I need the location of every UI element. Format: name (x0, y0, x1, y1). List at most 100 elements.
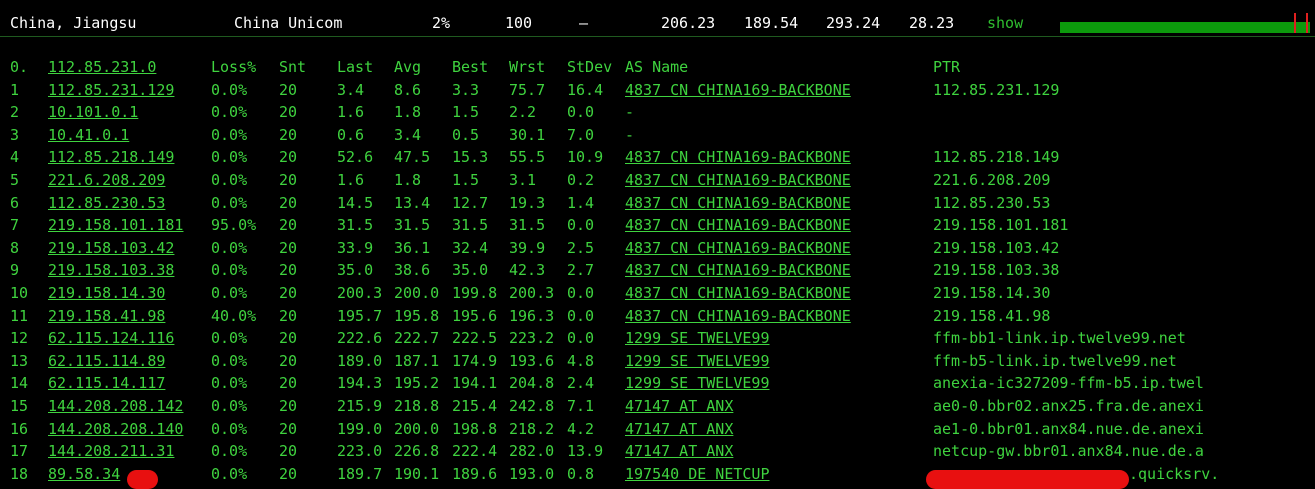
cell-stdev: 0.0 (567, 216, 595, 235)
cell-loss: 0.0% (211, 329, 248, 348)
host-link[interactable]: 144.208.208.142 (48, 397, 183, 415)
host-link[interactable]: 219.158.103.42 (48, 239, 174, 257)
cell-best: 222.5 (452, 329, 498, 348)
cell-no: 2 (10, 103, 20, 122)
host-link[interactable]: 89.58.34 (48, 465, 120, 483)
as-name-link[interactable]: 47147 AT ANX (625, 442, 733, 460)
cell-last: 14.5 (337, 193, 374, 212)
cell-snt: 20 (279, 238, 298, 257)
cell-ptr: ae1-0.bbr01.anx84.nue.de.anexi (933, 419, 1204, 438)
cell-last: 1.6 (337, 103, 365, 122)
host-link[interactable]: 219.158.103.38 (48, 261, 174, 279)
cell-stdev: 4.8 (567, 351, 595, 370)
header-host-link[interactable]: 112.85.231.0 (48, 58, 156, 76)
cell-ptr: 112.85.230.53 (933, 193, 1051, 212)
cell-snt: 20 (279, 397, 298, 415)
cell-best: 174.9 (452, 351, 498, 370)
header-snt: Snt (279, 58, 307, 76)
table-row: 17 144.208.211.31 0.0% 20 223.0 226.8 222.4 282… (0, 442, 1315, 464)
cell-last: 189.0 (337, 351, 383, 370)
as-name-link[interactable]: 4837 CN CHINA169-BACKBONE (625, 239, 851, 257)
cell-no: 16 (10, 419, 29, 438)
as-name-link[interactable]: 4837 CN CHINA169-BACKBONE (625, 216, 851, 234)
cell-last: 0.6 (337, 125, 365, 144)
cell-wrst: 19.3 (509, 193, 546, 212)
cell-wrst: 42.3 (509, 261, 546, 280)
as-name-link[interactable]: 4837 CN CHINA169-BACKBONE (625, 171, 851, 189)
latency-graph[interactable] (1060, 13, 1310, 33)
host-link[interactable]: 112.85.218.149 (48, 148, 174, 166)
header-loss: Loss% (211, 58, 257, 76)
as-name-link[interactable]: 47147 AT ANX (625, 420, 733, 438)
show-link[interactable]: show (987, 14, 1023, 32)
host-link[interactable]: 144.208.208.140 (48, 420, 183, 438)
cell-ptr: ae0-0.bbr02.anx25.fra.de.anexi (933, 397, 1204, 415)
cell-stdev: 0.8 (567, 464, 595, 483)
cell-wrst: 282.0 (509, 442, 555, 461)
cell-best: 15.3 (452, 148, 489, 167)
cell-snt: 20 (279, 193, 298, 212)
cell-avg: 8.6 (394, 80, 422, 99)
cell-wrst: 55.5 (509, 148, 546, 167)
as-name-link[interactable]: 4837 CN CHINA169-BACKBONE (625, 148, 851, 166)
cell-loss: 0.0% (211, 103, 248, 122)
cell-wrst: 193.0 (509, 464, 555, 483)
cell-avg: 226.8 (394, 442, 440, 461)
cell-no: 4 (10, 148, 20, 167)
cell-last: 200.3 (337, 284, 383, 302)
cell-snt: 20 (279, 419, 298, 438)
cell-wrst: 39.9 (509, 238, 546, 257)
as-name-link[interactable]: 4837 CN CHINA169-BACKBONE (625, 194, 851, 212)
as-name-link[interactable]: 1299 SE TWELVE99 (625, 374, 770, 392)
as-name-link[interactable]: 4837 CN CHINA169-BACKBONE (625, 261, 851, 279)
cell-avg: 13.4 (394, 193, 431, 212)
cell-snt: 20 (279, 171, 298, 189)
cell-wrst: 223.2 (509, 329, 555, 348)
cell-best: 3.3 (452, 80, 480, 99)
table-row: 11 219.158.41.98 40.0% 20 195.7 195.8 195.6 196… (0, 307, 1315, 329)
cell-no: 18 (10, 464, 29, 483)
cell-last: 199.0 (337, 419, 383, 438)
host-link[interactable]: 62.115.114.89 (48, 352, 165, 370)
host-link[interactable]: 221.6.208.209 (48, 171, 165, 189)
cell-stdev: 7.1 (567, 397, 595, 415)
latency-graph-tail (1298, 22, 1310, 33)
as-name-link[interactable]: 4837 CN CHINA169-BACKBONE (625, 307, 851, 325)
table-row: 4 112.85.218.149 0.0% 20 52.6 47.5 15.3 55.5 10.… (0, 148, 1315, 170)
cell-avg: 200.0 (394, 284, 440, 302)
as-name-link[interactable]: 4837 CN CHINA169-BACKBONE (625, 284, 851, 302)
as-name-link[interactable]: 1299 SE TWELVE99 (625, 352, 770, 370)
cell-loss: 0.0% (211, 261, 248, 280)
host-link[interactable]: 10.101.0.1 (48, 103, 138, 121)
cell-stdev: 10.9 (567, 148, 604, 167)
host-link[interactable]: 10.41.0.1 (48, 126, 129, 144)
cell-stdev: 2.5 (567, 238, 595, 257)
cell-loss: 0.0% (211, 284, 248, 302)
host-link[interactable]: 219.158.14.30 (48, 284, 165, 302)
cell-ptr: 219.158.103.38 (933, 261, 1060, 280)
table-row: 9 219.158.103.38 0.0% 20 35.0 38.6 35.0 42.3 2.7… (0, 261, 1315, 283)
as-name-link[interactable]: 1299 SE TWELVE99 (625, 329, 770, 347)
cell-wrst: 3.1 (509, 171, 537, 189)
cell-stdev: 16.4 (567, 80, 604, 99)
cell-wrst: 204.8 (509, 374, 555, 393)
cell-loss: 40.0% (211, 306, 257, 325)
cell-avg: 3.4 (394, 125, 422, 144)
host-link[interactable]: 219.158.101.181 (48, 216, 183, 234)
cell-last: 222.6 (337, 329, 383, 348)
host-link[interactable]: 62.115.14.117 (48, 374, 165, 392)
header-last: Last (337, 58, 374, 76)
as-name-link[interactable]: 47147 AT ANX (625, 397, 733, 415)
host-link[interactable]: 219.158.41.98 (48, 307, 165, 325)
as-name-link[interactable]: 197540 DE NETCUP (625, 465, 770, 483)
as-name-link[interactable]: 4837 CN CHINA169-BACKBONE (625, 81, 851, 99)
host-link[interactable]: 112.85.230.53 (48, 194, 165, 212)
host-link[interactable]: 62.115.124.116 (48, 329, 174, 347)
host-link[interactable]: 144.208.211.31 (48, 442, 174, 460)
header-as-name: AS Name (625, 58, 689, 76)
cell-ptr: 219.158.101.181 (933, 216, 1069, 235)
cell-loss: 0.0% (211, 148, 248, 167)
summary-dash: – (579, 14, 589, 32)
host-link[interactable]: 112.85.231.129 (48, 81, 174, 99)
cell-no: 7 (10, 216, 20, 235)
